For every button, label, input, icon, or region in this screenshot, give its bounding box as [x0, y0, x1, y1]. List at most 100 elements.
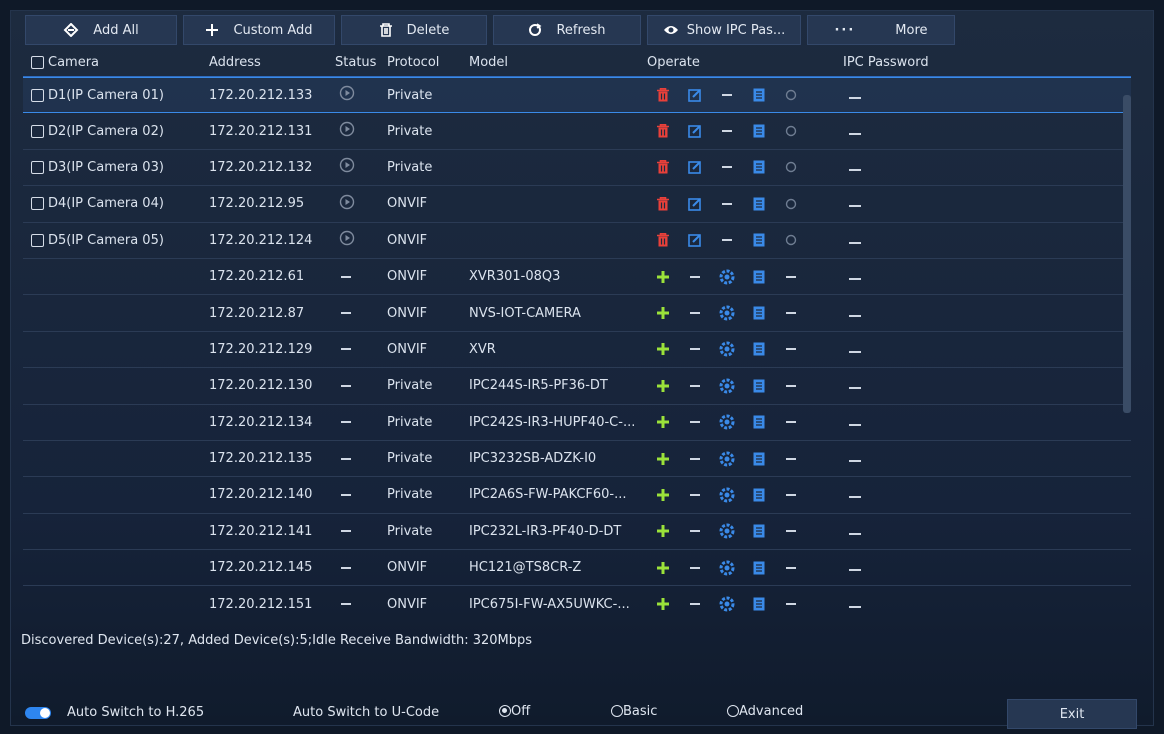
info-icon[interactable]: [743, 485, 775, 505]
settings-gear-icon[interactable]: [711, 303, 743, 323]
exit-button[interactable]: Exit: [1007, 699, 1137, 729]
auto-h265-toggle[interactable]: [25, 707, 51, 719]
info-icon[interactable]: [743, 412, 775, 432]
table-row[interactable]: D5(IP Camera 05) 172.20.212.124 ONVIF: [23, 223, 1131, 259]
row-checkbox[interactable]: [31, 88, 44, 102]
camera-name: D3(IP Camera 03): [48, 159, 164, 175]
row-checkbox[interactable]: [31, 233, 44, 247]
table-row[interactable]: 172.20.212.87 ONVIF NVS-IOT-CAMERA: [23, 295, 1131, 332]
sync-disabled-icon: [775, 339, 807, 359]
settings-gear-icon[interactable]: [711, 558, 743, 578]
settings-gear-icon[interactable]: [711, 449, 743, 469]
edit-icon[interactable]: [679, 85, 711, 105]
settings-gear-icon[interactable]: [711, 376, 743, 396]
info-icon[interactable]: [743, 194, 775, 214]
settings-gear-icon[interactable]: [711, 594, 743, 614]
settings-gear-icon[interactable]: [711, 485, 743, 505]
info-icon[interactable]: [743, 267, 775, 287]
more-button[interactable]: ··· More: [807, 15, 955, 45]
info-icon[interactable]: [743, 594, 775, 614]
edit-icon[interactable]: [679, 230, 711, 250]
protocol-cell: ONVIF: [387, 305, 428, 321]
table-row[interactable]: 172.20.212.130 Private IPC244S-IR5-PF36-DT: [23, 368, 1131, 405]
info-icon[interactable]: [743, 85, 775, 105]
refresh-button[interactable]: Refresh: [493, 15, 641, 45]
ucode-off-radio[interactable]: Off: [499, 704, 530, 719]
settings-gear-icon[interactable]: [711, 521, 743, 541]
info-icon[interactable]: [743, 121, 775, 141]
info-icon[interactable]: [743, 558, 775, 578]
add-icon[interactable]: [647, 485, 679, 505]
add-icon[interactable]: [647, 594, 679, 614]
table-row[interactable]: 172.20.212.141 Private IPC232L-IR3-PF40-D-…: [23, 514, 1131, 551]
eye-icon: [663, 24, 679, 36]
dash-icon: [786, 530, 796, 533]
sync-icon[interactable]: [775, 157, 807, 177]
add-icon[interactable]: [647, 339, 679, 359]
ucode-basic-radio[interactable]: Basic: [611, 704, 657, 719]
add-icon[interactable]: [647, 412, 679, 432]
show-ipc-password-button[interactable]: Show IPC Pas...: [647, 15, 801, 45]
table-row[interactable]: 172.20.212.140 Private IPC2A6S-FW-PAKCF60-…: [23, 477, 1131, 514]
table-row[interactable]: D3(IP Camera 03) 172.20.212.132 Private: [23, 150, 1131, 187]
add-icon[interactable]: [647, 303, 679, 323]
select-all-checkbox[interactable]: [31, 56, 44, 69]
edit-icon[interactable]: [679, 157, 711, 177]
row-checkbox[interactable]: [31, 124, 44, 138]
sync-disabled-icon: [775, 412, 807, 432]
delete-disabled-icon: [679, 339, 711, 359]
operate-cell: [647, 339, 843, 359]
edit-icon[interactable]: [679, 194, 711, 214]
info-icon[interactable]: [743, 303, 775, 323]
edit-icon[interactable]: [679, 121, 711, 141]
sync-icon[interactable]: [775, 121, 807, 141]
delete-icon[interactable]: [647, 157, 679, 177]
table-row[interactable]: 172.20.212.61 ONVIF XVR301-08Q3: [23, 259, 1131, 296]
password-dash: [849, 314, 861, 317]
table-row[interactable]: 172.20.212.134 Private IPC242S-IR3-HUPF40-…: [23, 405, 1131, 441]
delete-button[interactable]: Delete: [341, 15, 487, 45]
status-dash: [341, 530, 351, 533]
table-row[interactable]: 172.20.212.151 ONVIF IPC675I-FW-AX5UWKC-..…: [23, 586, 1131, 615]
settings-gear-icon[interactable]: [711, 339, 743, 359]
info-icon[interactable]: [743, 376, 775, 396]
delete-icon[interactable]: [647, 194, 679, 214]
table-row[interactable]: D2(IP Camera 02) 172.20.212.131 Private: [23, 113, 1131, 150]
protocol-cell: Private: [387, 87, 433, 103]
settings-gear-icon[interactable]: [711, 267, 743, 287]
settings-gear-icon[interactable]: [711, 412, 743, 432]
delete-icon[interactable]: [647, 230, 679, 250]
add-all-button[interactable]: Add All: [25, 15, 177, 45]
dash-icon: [722, 94, 732, 97]
scrollbar[interactable]: [1123, 95, 1131, 413]
table-row[interactable]: 172.20.212.145 ONVIF HC121@TS8CR-Z: [23, 550, 1131, 587]
sync-icon[interactable]: [775, 194, 807, 214]
info-icon[interactable]: [743, 449, 775, 469]
add-icon[interactable]: [647, 521, 679, 541]
info-icon[interactable]: [743, 339, 775, 359]
add-disabled-icon: [711, 230, 743, 250]
add-icon[interactable]: [647, 558, 679, 578]
row-checkbox[interactable]: [31, 160, 44, 174]
status-dash: [341, 457, 351, 460]
custom-add-button[interactable]: Custom Add: [183, 15, 335, 45]
table-row[interactable]: D4(IP Camera 04) 172.20.212.95 ONVIF: [23, 186, 1131, 223]
model-cell: HC121@TS8CR-Z: [469, 560, 582, 576]
add-icon[interactable]: [647, 376, 679, 396]
table-row[interactable]: D1(IP Camera 01) 172.20.212.133 Private: [23, 77, 1131, 114]
sync-icon[interactable]: [775, 85, 807, 105]
info-icon[interactable]: [743, 521, 775, 541]
ucode-advanced-radio[interactable]: Advanced: [727, 704, 803, 719]
delete-icon[interactable]: [647, 85, 679, 105]
row-checkbox[interactable]: [31, 197, 44, 211]
sync-icon[interactable]: [775, 230, 807, 250]
table-row[interactable]: 172.20.212.129 ONVIF XVR: [23, 332, 1131, 369]
password-dash: [849, 350, 861, 353]
table-row[interactable]: 172.20.212.135 Private IPC3232SB-ADZK-I0: [23, 441, 1131, 478]
add-icon[interactable]: [647, 449, 679, 469]
info-icon[interactable]: [743, 157, 775, 177]
info-icon[interactable]: [743, 230, 775, 250]
add-camera-window: Add All Custom Add Delete Refresh Show I…: [10, 10, 1154, 729]
add-icon[interactable]: [647, 267, 679, 287]
delete-icon[interactable]: [647, 121, 679, 141]
